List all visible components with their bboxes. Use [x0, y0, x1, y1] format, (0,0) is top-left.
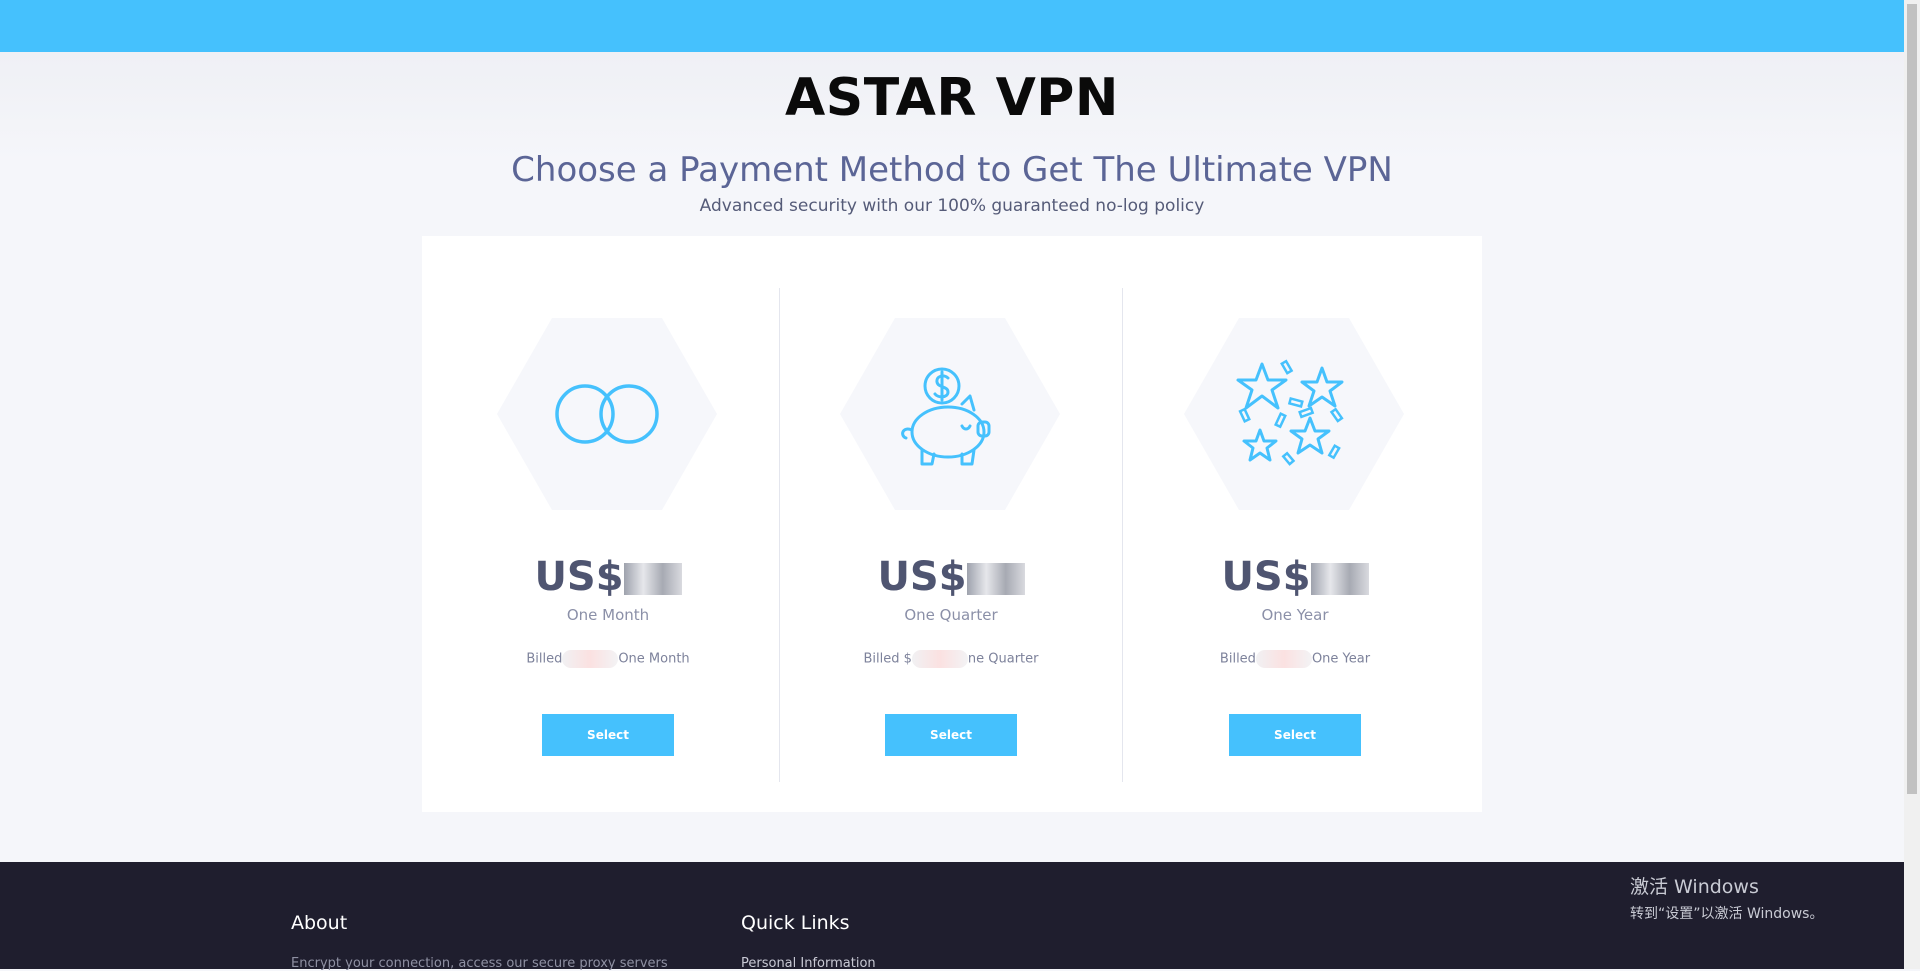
select-quarter-button[interactable]: Select [885, 714, 1017, 756]
brand-title: ASTAR VPN [785, 68, 1119, 128]
footer-about-title: About [291, 912, 348, 934]
page-headline: Choose a Payment Method to Get The Ultim… [511, 150, 1393, 190]
scrollbar-thumb[interactable] [1907, 4, 1917, 794]
select-month-button[interactable]: Select [542, 714, 674, 756]
footer-links-title: Quick Links [741, 912, 850, 934]
price-redacted [623, 563, 682, 595]
billing-redacted [1255, 650, 1312, 668]
plan-price: US$ [1109, 554, 1481, 600]
price-redacted [1310, 563, 1369, 595]
billing-redacted [562, 650, 619, 668]
plan-card-year: US$ One Year Billed One Year Select [1109, 236, 1449, 812]
page-subheadline: Advanced security with our 100% guarante… [699, 196, 1205, 216]
plan-card-quarter: US$ One Quarter Billed $ ne Quarter Selec… [765, 236, 1105, 812]
stars-icon [1236, 359, 1344, 466]
plan-billing: Billed $ ne Quarter [863, 650, 1039, 668]
infinity-icon [555, 384, 659, 444]
vertical-scrollbar[interactable] [1904, 0, 1920, 969]
top-bar [0, 0, 1904, 52]
plan-price: US$ [765, 554, 1137, 600]
watermark-line1: 激活 Windows [1630, 876, 1759, 898]
plan-period: One Month [566, 606, 650, 624]
price-redacted [966, 563, 1025, 595]
pricing-panel: US$ One Month Billed One Month Select US… [422, 236, 1482, 812]
billing-redacted [911, 650, 968, 668]
plan-period: One Quarter [904, 606, 998, 624]
piggy-bank-icon [901, 367, 991, 466]
plan-billing: Billed One Year [1219, 650, 1371, 668]
select-year-button[interactable]: Select [1229, 714, 1361, 756]
plan-billing: Billed One Month [526, 650, 690, 668]
plan-price: US$ [422, 554, 794, 600]
windows-activation-watermark: 激活 Windows 转到“设置”以激活 Windows。 [1630, 872, 1823, 923]
plan-period: One Year [1261, 606, 1329, 624]
footer: About Encrypt your connection, access ou… [0, 862, 1904, 971]
plan-card-month: US$ One Month Billed One Month Select [422, 236, 762, 812]
watermark-line2: 转到“设置”以激活 Windows。 [1630, 906, 1824, 922]
